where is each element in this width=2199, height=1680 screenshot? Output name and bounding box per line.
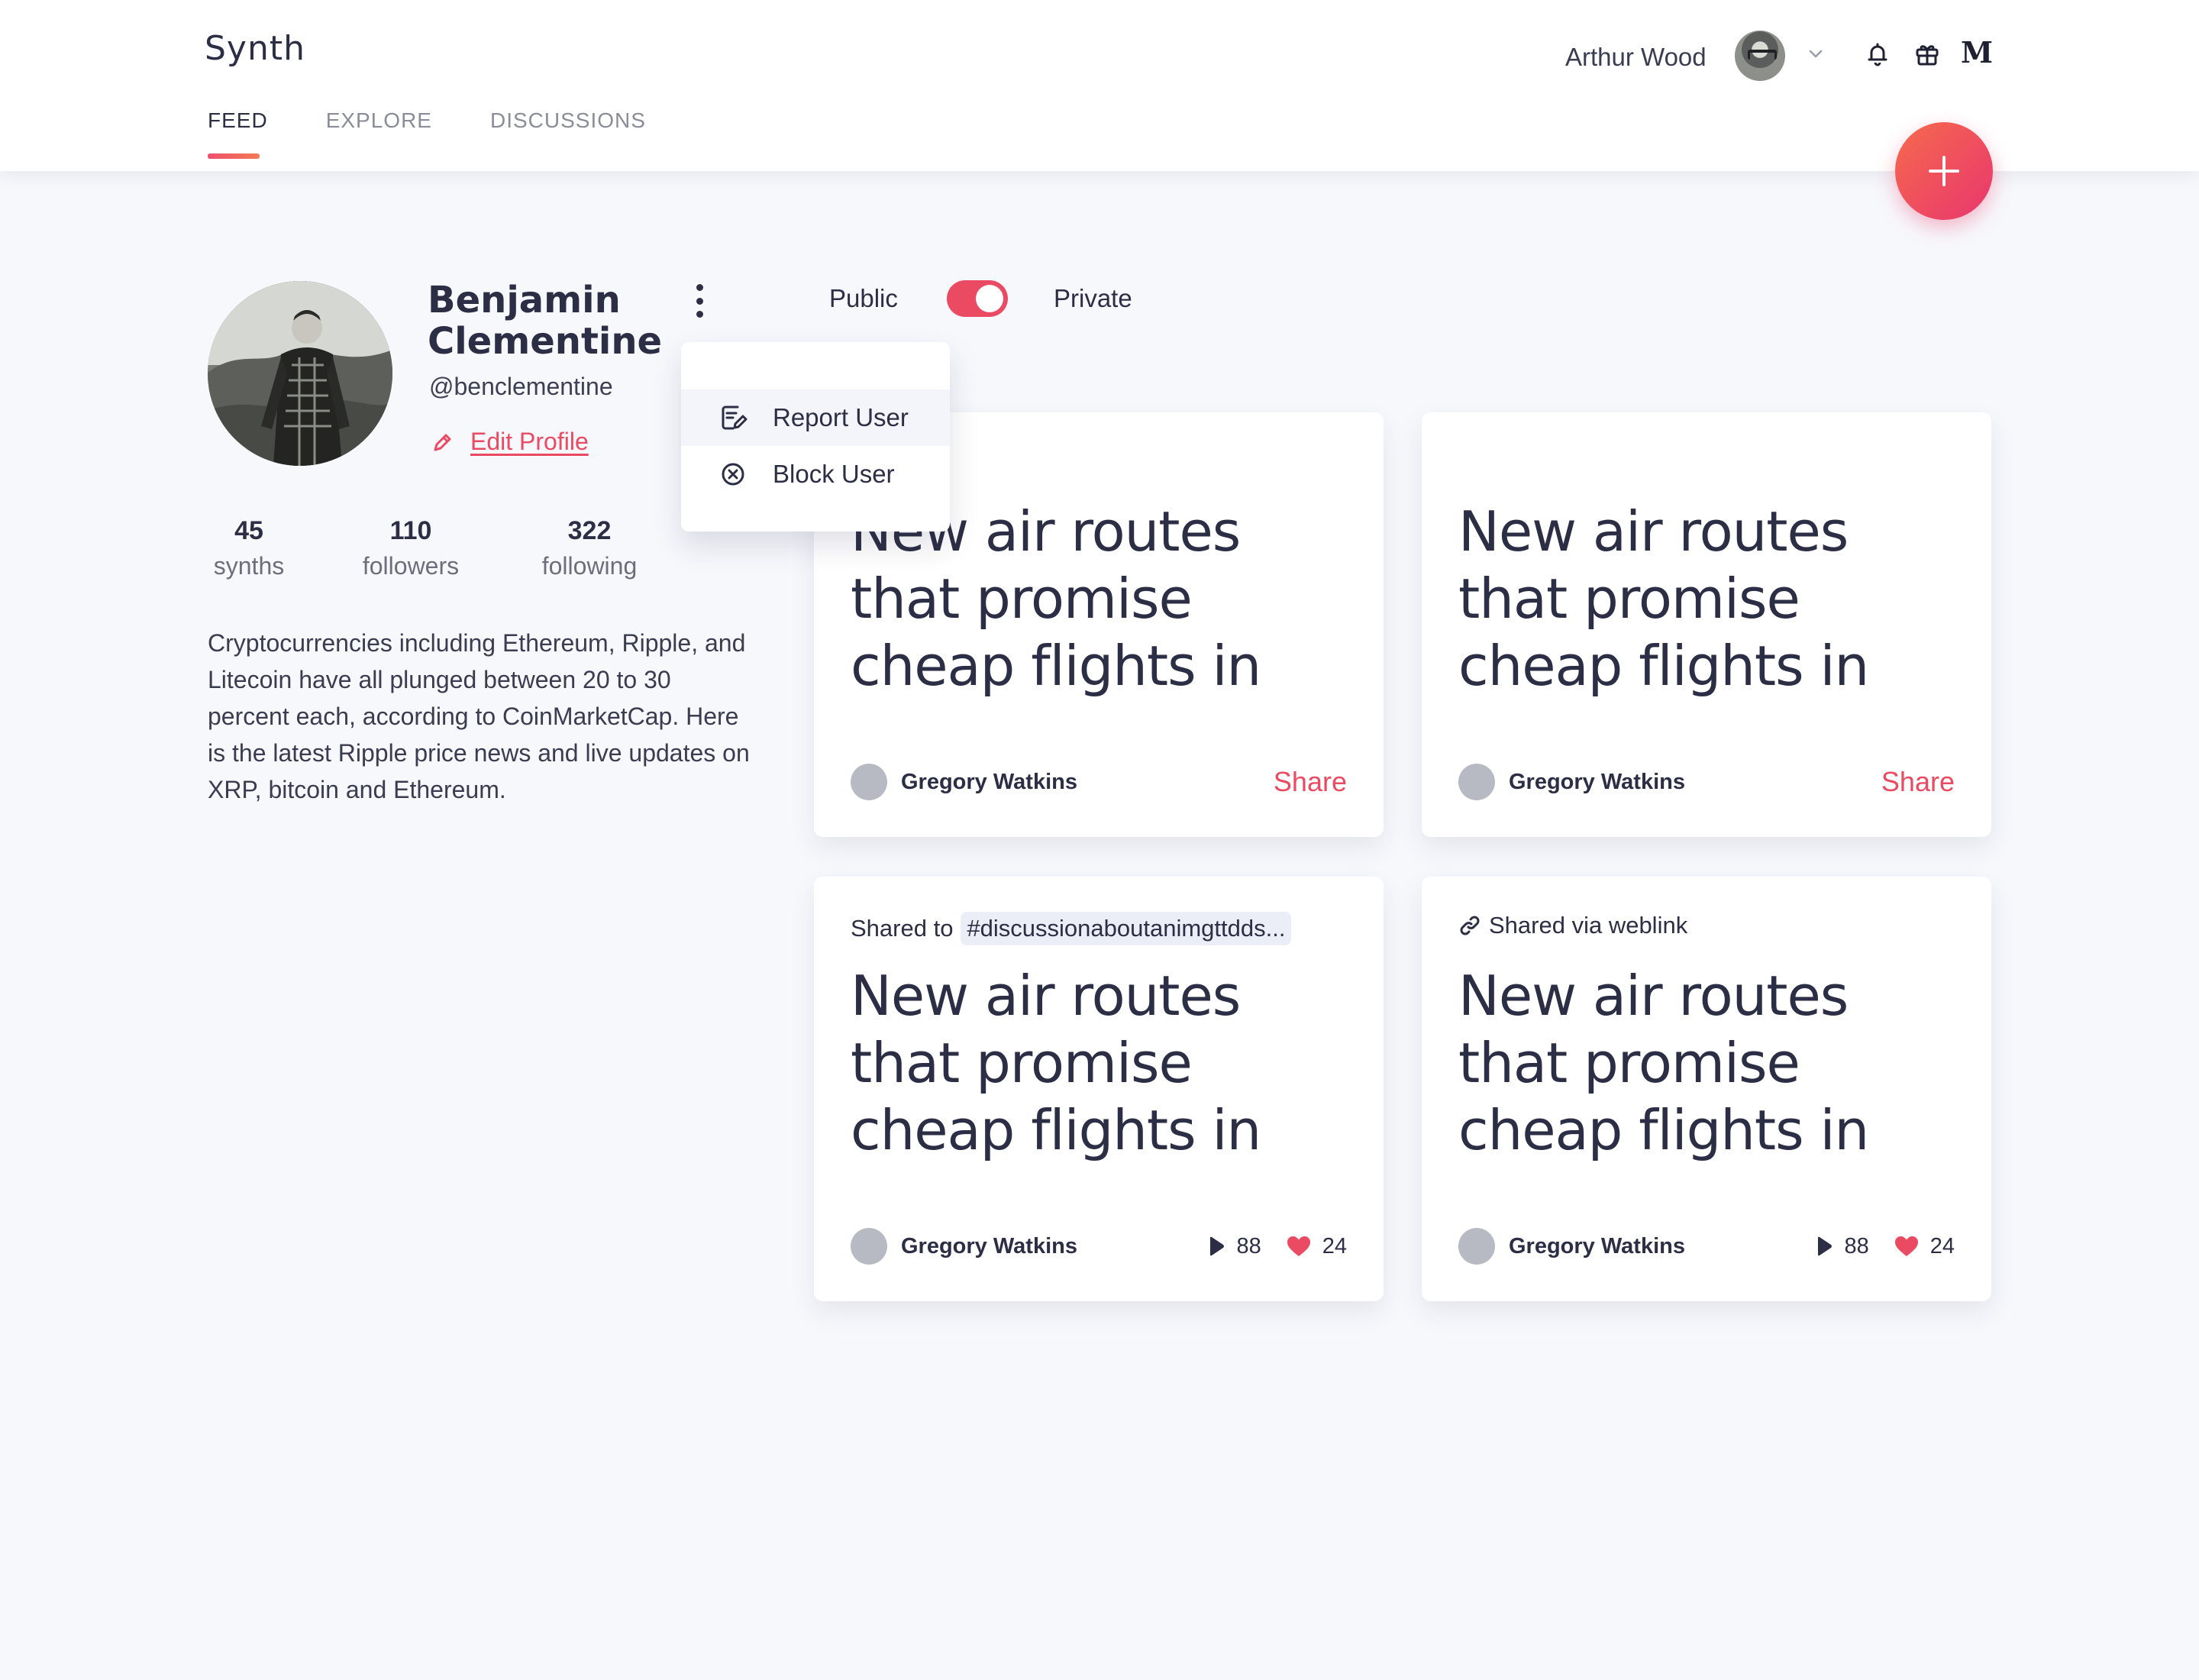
play-icon	[1210, 1236, 1225, 1256]
gift-icon[interactable]	[1913, 40, 1942, 69]
author-name[interactable]: Gregory Watkins	[901, 770, 1274, 795]
profile-bio: Cryptocurrencies including Ethereum, Rip…	[208, 629, 750, 803]
post-card[interactable]: New air routes that promise cheap flight…	[1422, 412, 1991, 837]
tab-explore[interactable]: EXPLORE	[326, 108, 432, 159]
link-icon	[1460, 916, 1480, 935]
play-icon	[1818, 1236, 1832, 1256]
stat-following[interactable]: 322 following	[534, 516, 644, 580]
top-header: Synth FEED EXPLORE DISCUSSIONS Arthur Wo…	[0, 0, 2199, 171]
user-options-menu: Report User Block User	[681, 342, 950, 531]
stat-label: followers	[362, 552, 460, 580]
profile-handle: @benclementine	[429, 373, 613, 400]
author-avatar[interactable]	[1458, 1228, 1495, 1265]
profile-photo-image	[208, 281, 392, 466]
author-avatar[interactable]	[1458, 764, 1495, 800]
toggle-knob	[976, 285, 1003, 312]
shared-via-line: Shared via weblink	[1458, 912, 1687, 939]
edit-profile-label[interactable]: Edit Profile	[470, 428, 589, 456]
play-count-value: 88	[1844, 1233, 1869, 1258]
author-avatar[interactable]	[851, 764, 887, 800]
current-user-name[interactable]: Arthur Wood	[1565, 43, 1707, 72]
profile-photo	[208, 281, 392, 466]
tab-feed[interactable]: FEED	[208, 108, 268, 159]
bell-icon[interactable]	[1863, 40, 1892, 69]
like-count-value: 24	[1929, 1233, 1955, 1258]
edit-profile-link[interactable]: Edit Profile	[431, 428, 589, 456]
post-footer: Gregory Watkins 88 24	[1458, 1228, 1955, 1265]
block-icon	[722, 463, 744, 486]
author-name[interactable]: Gregory Watkins	[901, 1234, 1183, 1259]
heart-icon	[1287, 1236, 1310, 1256]
like-count-value: 24	[1322, 1233, 1347, 1258]
stat-followers[interactable]: 110 followers	[356, 516, 466, 580]
shared-to-label: Shared to	[851, 915, 954, 942]
author-avatar[interactable]	[851, 1228, 887, 1265]
author-name[interactable]: Gregory Watkins	[1509, 1234, 1791, 1259]
heart-icon	[1894, 1236, 1918, 1256]
more-options-icon[interactable]	[690, 284, 709, 318]
private-label: Private	[1054, 284, 1132, 312]
like-count[interactable]: 24	[1894, 1234, 1955, 1259]
profile-name: Benjamin Clementine	[428, 279, 663, 363]
chevron-down-icon[interactable]	[1805, 43, 1826, 64]
post-footer: Gregory Watkins 88 24	[851, 1228, 1347, 1265]
post-footer: Gregory Watkins Share	[1458, 764, 1955, 800]
public-label: Public	[829, 284, 898, 312]
stat-value: 110	[389, 516, 432, 545]
author-name[interactable]: Gregory Watkins	[1509, 770, 1881, 795]
play-count-value: 88	[1236, 1233, 1261, 1258]
visibility-toggle[interactable]	[947, 280, 1008, 317]
share-button[interactable]: Share	[1274, 766, 1347, 798]
post-title[interactable]: New air routes that promise cheap flight…	[1458, 498, 1962, 699]
stat-label: synths	[213, 552, 285, 580]
shared-to-line: Shared to #discussionaboutanimgttdds...	[851, 912, 1292, 945]
report-icon	[722, 405, 748, 430]
medium-icon[interactable]: M	[1961, 35, 1993, 69]
shared-via-label: Shared via weblink	[1489, 912, 1688, 939]
user-avatar[interactable]	[1735, 31, 1785, 81]
like-count[interactable]: 24	[1286, 1234, 1347, 1259]
stat-label: following	[541, 552, 638, 580]
create-post-button[interactable]	[1895, 122, 1993, 220]
post-card[interactable]: Shared to #discussionaboutanimgttdds... …	[814, 877, 1384, 1301]
pencil-icon	[434, 434, 451, 451]
app-logo[interactable]: Synth	[205, 29, 305, 68]
stat-value: 322	[567, 516, 612, 545]
play-count[interactable]: 88	[1207, 1234, 1261, 1259]
menu-item-label: Block User	[773, 460, 895, 488]
discussion-tag[interactable]: #discussionaboutanimgttdds...	[961, 912, 1292, 945]
menu-item-label: Report User	[773, 403, 909, 431]
report-user-menu-item[interactable]: Report User	[681, 389, 950, 446]
post-title[interactable]: New air routes that promise cheap flight…	[851, 962, 1355, 1164]
play-count[interactable]: 88	[1815, 1233, 1869, 1259]
stat-value: 45	[234, 516, 263, 545]
post-title[interactable]: New air routes that promise cheap flight…	[1458, 962, 1962, 1164]
post-card[interactable]: Shared via weblink New air routes that p…	[1422, 877, 1991, 1301]
share-button[interactable]: Share	[1881, 766, 1955, 798]
block-user-menu-item[interactable]: Block User	[681, 446, 950, 502]
tab-discussions[interactable]: DISCUSSIONS	[490, 108, 646, 159]
main-nav: FEED EXPLORE DISCUSSIONS	[208, 108, 704, 159]
post-footer: Gregory Watkins Share	[851, 764, 1347, 800]
stat-synths[interactable]: 45 synths	[212, 516, 286, 580]
